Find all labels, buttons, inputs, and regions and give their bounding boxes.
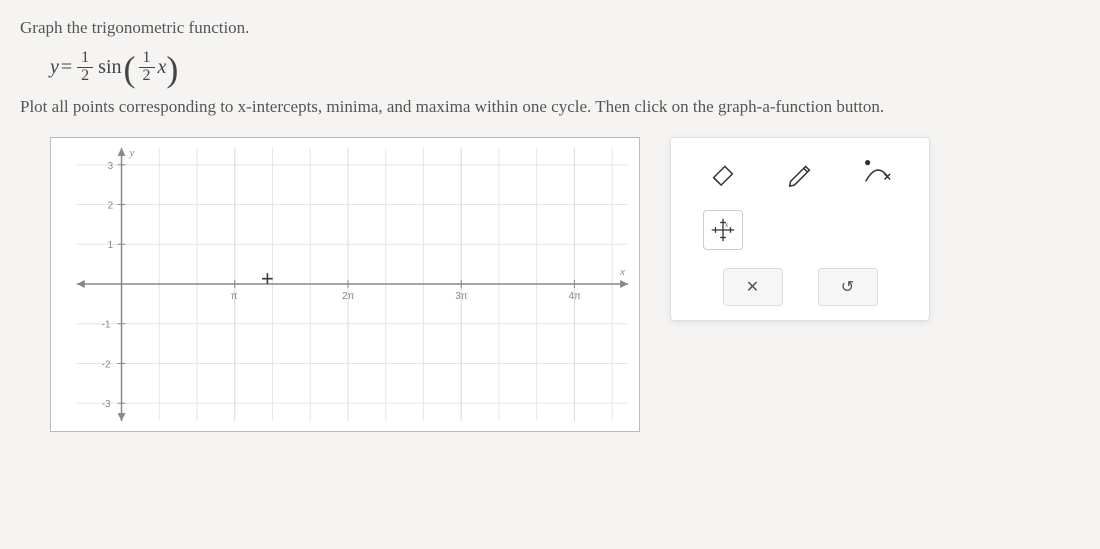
y-arrow-up — [118, 148, 126, 156]
y-tick-n1: -1 — [102, 319, 111, 330]
eraser-icon — [708, 157, 738, 187]
inner-den: 2 — [139, 68, 155, 85]
y-tick-n2: -2 — [102, 359, 111, 370]
x-tick-3pi: 3π — [455, 290, 468, 301]
coef-num: 1 — [77, 50, 93, 68]
coordinate-plane: 3 2 1 -1 -2 -3 π 2π 3π 4π y x — [51, 138, 639, 431]
eq-coef-fraction: 1 2 — [77, 50, 93, 85]
coef-den: 2 — [77, 68, 93, 85]
pencil-icon — [785, 157, 815, 187]
x-tick-2pi: 2π — [342, 290, 355, 301]
undo-icon: ↺ — [841, 277, 854, 297]
eraser-tool[interactable] — [703, 152, 743, 192]
prompt-text: Graph the trigonometric function. — [20, 18, 1080, 38]
x-tick-pi: π — [231, 290, 238, 301]
eq-inner-fraction: 1 2 — [139, 50, 155, 85]
clear-button[interactable]: ✕ — [723, 268, 783, 306]
y-tick-3: 3 — [108, 160, 114, 171]
y-tick-n3: -3 — [102, 399, 111, 410]
close-paren: ) — [166, 55, 178, 84]
eq-equals: = — [61, 56, 72, 79]
curve-tool[interactable] — [857, 152, 897, 192]
x-tick-4pi: 4π — [568, 290, 581, 301]
close-icon: ✕ — [746, 277, 759, 297]
toolbox-panel: x ✕ ↺ — [670, 137, 930, 321]
x-axis-label: x — [619, 266, 625, 278]
instructions-text: Plot all points corresponding to x-inter… — [20, 97, 1080, 117]
svg-text:x: x — [725, 221, 729, 228]
graph-a-function-icon: x — [708, 215, 738, 245]
x-arrow — [620, 280, 628, 288]
tool-row-2: x — [685, 210, 915, 250]
undo-button[interactable]: ↺ — [818, 268, 878, 306]
graph-canvas[interactable]: 3 2 1 -1 -2 -3 π 2π 3π 4π y x + — [50, 137, 640, 432]
equation: y = 1 2 sin ( 1 2 x ) — [50, 50, 1080, 85]
curve-icon — [862, 157, 892, 187]
open-paren: ( — [124, 55, 136, 84]
tool-row-1 — [685, 152, 915, 192]
inner-num: 1 — [139, 50, 155, 68]
eq-lhs: y — [50, 56, 59, 79]
y-arrow-down — [118, 413, 126, 421]
graph-a-function-button[interactable]: x — [703, 210, 743, 250]
y-tick-1: 1 — [108, 240, 114, 251]
inner-var: x — [158, 56, 167, 79]
x-arrow-left — [77, 280, 85, 288]
pencil-tool[interactable] — [780, 152, 820, 192]
action-row: ✕ ↺ — [685, 268, 915, 306]
y-tick-2: 2 — [108, 200, 114, 211]
eq-fn: sin — [98, 56, 121, 79]
y-axis-label: y — [128, 146, 134, 158]
